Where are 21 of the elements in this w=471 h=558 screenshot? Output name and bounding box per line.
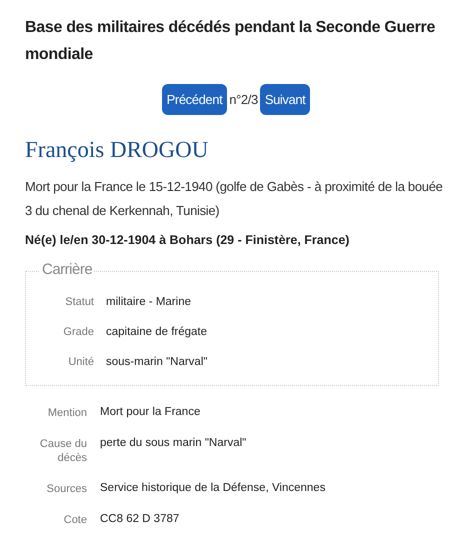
record-position: n°2/3 [229, 92, 258, 107]
field-value: CC8 62 D 3787 [100, 513, 180, 527]
page-title: Base des militaires décédés pendant la Seconde Guerre mondiale [25, 18, 436, 65]
field-value: perte du sous marin "Narval" [100, 437, 248, 451]
previous-button[interactable]: Précédent [162, 84, 228, 115]
field-label: Grade [62, 326, 94, 338]
field-value: militaire - Marine [106, 296, 192, 308]
field-value: Mort pour la France [100, 406, 202, 420]
person-name: François DROGOU [25, 137, 210, 163]
next-button[interactable]: Suivant [260, 84, 310, 115]
field-value: sous-marin "Narval" [106, 356, 208, 368]
field-label: Mention [46, 406, 87, 420]
field-value: Service historique de la Défense, Vincennes [100, 482, 326, 496]
field-value: capitaine de frégate [106, 326, 208, 338]
field-label: Sources [46, 482, 87, 496]
field-label: Cote [62, 513, 87, 527]
birth-info: Né(e) le/en 30-12-1904 à Bohars (29 - Finistère, France) [25, 233, 350, 247]
death-info: Mort pour la France le 15-12-1940 (golfe de Gabès - à proximité de la bouée 3 du chenal de Kerkennah, Tunisie) [25, 178, 444, 220]
field-label: Cause du décès [38, 437, 87, 465]
field-label: Statut [64, 296, 94, 308]
field-label: Unité [67, 356, 94, 368]
